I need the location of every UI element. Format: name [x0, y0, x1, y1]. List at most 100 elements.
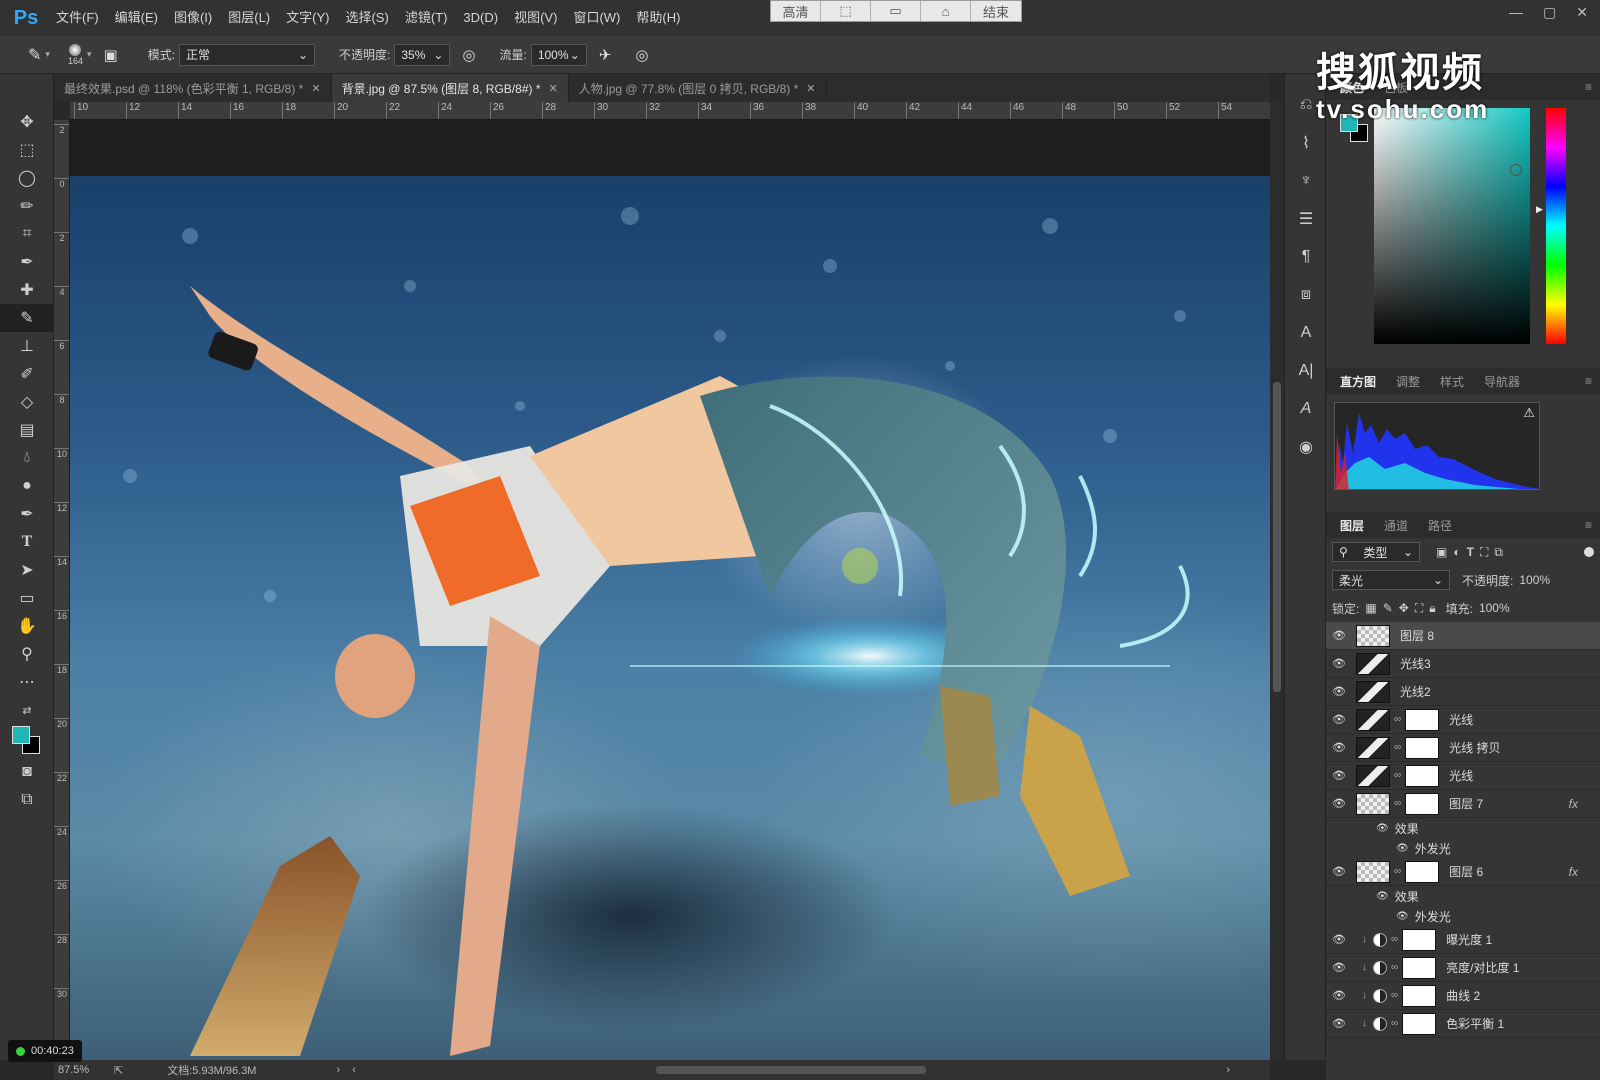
marquee-tool-icon[interactable]: ⬚ — [0, 136, 54, 164]
chevron-down-icon[interactable]: ▾ — [87, 49, 92, 60]
filter-type-icon[interactable]: T — [1467, 545, 1474, 559]
menu-filter[interactable]: 滤镜(T) — [397, 0, 456, 36]
color-swatches[interactable] — [0, 724, 53, 758]
character-styles-icon[interactable]: A| — [1285, 352, 1327, 390]
tab-navigator[interactable]: 导航器 — [1476, 373, 1528, 390]
panel-menu-icon[interactable]: ≡ — [1585, 518, 1592, 532]
recorder-end-button[interactable]: 结束 — [971, 1, 1021, 21]
eye-icon[interactable]: 👁︎ — [1326, 657, 1352, 670]
menu-3d[interactable]: 3D(D) — [455, 0, 506, 36]
layer-mask-thumbnail[interactable] — [1402, 956, 1437, 979]
tab-histogram[interactable]: 直方图 — [1332, 373, 1384, 390]
character-icon[interactable]: A — [1285, 314, 1327, 352]
layer-row[interactable]: 👁︎ ↓ ∞ 色彩平衡 1 — [1326, 1010, 1600, 1038]
tab-adjustments[interactable]: 调整 — [1388, 373, 1428, 390]
rectangle-tool-icon[interactable]: ▭ — [0, 584, 54, 612]
libraries-icon[interactable]: ◉ — [1285, 428, 1327, 466]
tab-layers[interactable]: 图层 — [1332, 517, 1372, 534]
eye-icon[interactable]: 👁︎ — [1326, 1017, 1352, 1030]
link-icon[interactable]: ∞ — [1391, 934, 1398, 945]
fx-icon[interactable]: fx — [1569, 797, 1578, 811]
close-icon[interactable]: ✕ — [1576, 4, 1588, 21]
eye-icon[interactable]: 👁︎ — [1326, 797, 1352, 810]
zoom-level[interactable]: 87.5% — [58, 1064, 108, 1076]
effect-outer-glow[interactable]: 👁︎ 外发光 — [1326, 838, 1600, 858]
menu-image[interactable]: 图像(I) — [166, 0, 220, 36]
link-icon[interactable]: ∞ — [1391, 1018, 1398, 1029]
layer-row[interactable]: 👁︎ ∞ 光线 — [1326, 706, 1600, 734]
link-icon[interactable]: ∞ — [1394, 742, 1401, 753]
layer-row[interactable]: 👁︎ ↓ ∞ 曝光度 1 — [1326, 926, 1600, 954]
link-icon[interactable]: ∞ — [1394, 770, 1401, 781]
foreground-color-swatch[interactable] — [12, 726, 30, 744]
layer-row[interactable]: 👁︎ ∞ 图层 7 fx — [1326, 790, 1600, 818]
menu-edit[interactable]: 编辑(E) — [107, 0, 166, 36]
layer-row[interactable]: 👁︎ 光线2 — [1326, 678, 1600, 706]
screen-mode-icon[interactable]: ⧉ — [0, 786, 54, 814]
filter-smart-object-icon[interactable]: ⧉ — [1494, 545, 1503, 560]
pressure-opacity-icon[interactable]: ◎ — [462, 46, 475, 64]
pen-tool-icon[interactable]: ✒ — [0, 500, 54, 528]
eye-icon[interactable]: 👁︎ — [1376, 891, 1389, 902]
eyedropper-tool-icon[interactable]: ✒ — [0, 248, 54, 276]
tab-swatches[interactable]: 色板 — [1376, 79, 1416, 96]
menu-layer[interactable]: 图层(L) — [220, 0, 278, 36]
layer-mask-thumbnail[interactable] — [1405, 736, 1440, 759]
eye-icon[interactable]: 👁︎ — [1326, 865, 1352, 878]
eye-icon[interactable]: 👁︎ — [1326, 713, 1352, 726]
tab-channels[interactable]: 通道 — [1376, 517, 1416, 534]
menu-help[interactable]: 帮助(H) — [628, 0, 688, 36]
clone-stamp-tool-icon[interactable]: ⊥ — [0, 332, 54, 360]
filter-toggle-icon[interactable] — [1584, 547, 1594, 557]
move-tool-icon[interactable]: ✥ — [0, 108, 54, 136]
paragraph-icon[interactable]: ¶ — [1285, 238, 1327, 276]
layer-filter-select[interactable]: ⚲ 类型 ⌄ — [1332, 542, 1420, 562]
zoom-tool-icon[interactable]: ⚲ — [0, 640, 54, 668]
lock-artboard-icon[interactable]: ⛶ — [1415, 601, 1423, 616]
link-icon[interactable]: ∞ — [1394, 714, 1401, 725]
brush-presets-icon[interactable]: ⌇ — [1285, 124, 1327, 162]
menu-select[interactable]: 选择(S) — [337, 0, 396, 36]
tab-background[interactable]: 背景.jpg @ 87.5% (图层 8, RGB/8#) * ✕ — [331, 74, 569, 102]
filter-adjustment-icon[interactable]: ◐ — [1453, 545, 1460, 559]
fx-icon[interactable]: fx — [1569, 865, 1578, 879]
brush-settings-icon[interactable]: ♆ — [1285, 162, 1327, 200]
pressure-size-icon[interactable]: ◎ — [635, 46, 648, 64]
eye-icon[interactable]: 👁︎ — [1326, 741, 1352, 754]
layer-row[interactable]: 👁︎ ↓ ∞ 亮度/对比度 1 — [1326, 954, 1600, 982]
recorder-home-icon[interactable]: ⌂ — [921, 1, 971, 21]
recorder-region-icon[interactable]: ⬚ — [821, 1, 871, 21]
filter-pixel-icon[interactable]: ▣ — [1436, 545, 1447, 559]
glyphs-icon[interactable]: A — [1285, 390, 1327, 428]
brush-tool-icon[interactable]: ✎ — [28, 45, 41, 65]
layer-mask-thumbnail[interactable] — [1405, 764, 1440, 787]
menu-file[interactable]: 文件(F) — [48, 0, 107, 36]
layer-mask-thumbnail[interactable] — [1402, 928, 1437, 951]
horizontal-scrollbar-thumb[interactable] — [655, 1066, 926, 1074]
link-icon[interactable]: ∞ — [1391, 990, 1398, 1001]
menu-type[interactable]: 文字(Y) — [278, 0, 337, 36]
panel-menu-icon[interactable]: ≡ — [1585, 80, 1592, 94]
lock-position-icon[interactable]: ✥ — [1399, 601, 1409, 615]
tab-person[interactable]: 人物.jpg @ 77.8% (图层 0 拷贝, RGB/8) * ✕ — [569, 74, 827, 102]
layer-mask-thumbnail[interactable] — [1405, 860, 1440, 883]
menu-view[interactable]: 视图(V) — [506, 0, 565, 36]
brush-panel-icon[interactable]: ▣ — [104, 46, 118, 64]
blur-tool-icon[interactable]: 💧︎ — [0, 444, 54, 472]
layer-row[interactable]: 👁︎ ∞ 图层 6 fx — [1326, 858, 1600, 886]
crop-tool-icon[interactable]: ⌗ — [0, 220, 54, 248]
healing-brush-tool-icon[interactable]: ✚ — [0, 276, 54, 304]
dodge-tool-icon[interactable]: ● — [0, 472, 54, 500]
layer-mask-thumbnail[interactable] — [1405, 708, 1440, 731]
layer-row[interactable]: 👁︎ ∞ 光线 拷贝 — [1326, 734, 1600, 762]
recorder-window-icon[interactable]: ▭ — [871, 1, 921, 21]
history-brush-tool-icon[interactable]: ✐ — [0, 360, 54, 388]
canvas-area[interactable] — [70, 120, 1270, 1062]
layer-mask-thumbnail[interactable] — [1402, 984, 1437, 1007]
menu-window[interactable]: 窗口(W) — [565, 0, 628, 36]
opacity-field[interactable]: 35% ⌄ — [394, 43, 451, 66]
hue-marker-icon[interactable]: ▶ — [1536, 204, 1543, 215]
link-icon[interactable]: ∞ — [1394, 866, 1401, 877]
layer-mask-thumbnail[interactable] — [1402, 1012, 1437, 1035]
scroll-left-icon[interactable]: ‹ — [352, 1064, 356, 1076]
